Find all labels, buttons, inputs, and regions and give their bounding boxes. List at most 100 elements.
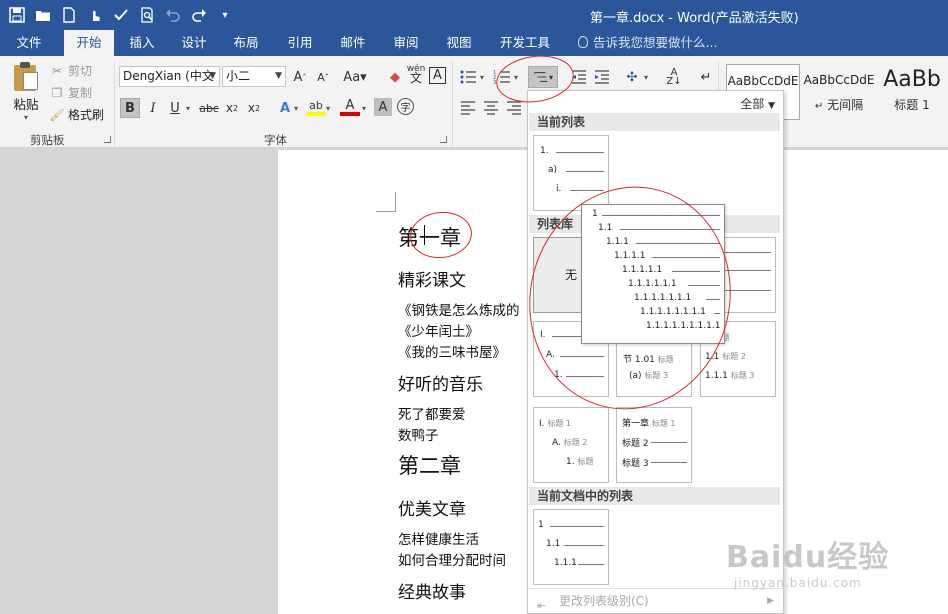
lightbulb-icon	[578, 36, 588, 48]
doc-line[interactable]: 精彩课文	[398, 266, 466, 291]
cut-button[interactable]: ✂ 剪切	[50, 62, 92, 79]
list-style-preview-popup: 1 1.1 1.1.1 1.1.1.1 1.1.1.1.1 1.1.1.1.1.…	[581, 204, 725, 344]
tab-insert[interactable]: 插入	[120, 30, 164, 56]
new-document-icon[interactable]	[58, 4, 80, 26]
chinese-layout-dropdown-icon[interactable]: ▾	[644, 73, 648, 82]
font-size-value: 小二	[226, 69, 251, 83]
doc-line[interactable]: 《我的三味书屋》	[398, 341, 506, 361]
copy-button[interactable]: ❐ 复制	[50, 84, 92, 101]
redo-icon[interactable]	[188, 4, 210, 26]
shrink-font-icon[interactable]: A ˅	[313, 67, 333, 87]
print-preview-icon[interactable]	[136, 4, 158, 26]
document-list-thumbnail[interactable]: 1 1.1 1.1.1	[533, 509, 609, 585]
strikethrough-icon[interactable]: abc	[199, 98, 219, 118]
font-name-combo[interactable]: DengXian (中文 ▼	[119, 66, 220, 87]
font-color-dropdown-icon[interactable]: ▾	[362, 104, 366, 113]
superscript-icon[interactable]: x2	[244, 98, 264, 118]
change-list-level-command[interactable]: ⇤ 更改列表级别(C) ▶	[529, 588, 782, 612]
paste-label: 粘贴	[13, 97, 39, 112]
window-title: 第一章.docx - Word(产品激活失败)	[590, 11, 799, 26]
style-no-spacing[interactable]: AaBbCcDdE ↵ 无间隔	[802, 64, 876, 120]
character-border-icon[interactable]: A	[429, 67, 446, 84]
numbering-icon[interactable]: 123	[492, 67, 512, 87]
style-no-spacing-sample: AaBbCcDdE	[803, 73, 875, 87]
align-left-icon[interactable]	[458, 98, 478, 118]
character-shading-icon[interactable]: A	[374, 98, 392, 116]
clipboard-launcher-icon[interactable]	[104, 136, 111, 143]
paste-button[interactable]: 粘贴 ▾	[8, 62, 44, 128]
multilevel-list-button[interactable]: 1 ▾	[528, 66, 558, 88]
phonetic-guide-icon[interactable]: wén 文	[406, 64, 426, 85]
touch-mode-icon[interactable]	[84, 4, 106, 26]
italic-icon[interactable]: I	[143, 98, 163, 118]
text-effects-dropdown-icon[interactable]: ▾	[294, 104, 298, 113]
increase-indent-icon[interactable]	[592, 67, 612, 87]
font-color-icon[interactable]: A	[340, 98, 360, 116]
numbering-dropdown-icon[interactable]: ▾	[514, 73, 518, 82]
tell-me-text: 告诉我您想要做什么...	[593, 35, 718, 50]
current-list-thumbnail[interactable]: 1. a) i.	[533, 135, 609, 211]
customize-qat-icon[interactable]: ▾	[214, 4, 236, 26]
format-painter-label: 格式刷	[68, 108, 105, 122]
doc-heading-chapter-2[interactable]: 第二章	[398, 450, 461, 480]
text-effects-icon[interactable]: A	[275, 98, 295, 118]
align-center-icon[interactable]	[481, 98, 501, 118]
paste-dropdown-icon[interactable]: ▾	[8, 113, 44, 122]
tab-design[interactable]: 设计	[172, 30, 216, 56]
grow-font-icon[interactable]: A ˄	[290, 67, 310, 87]
format-painter-button[interactable]: 🖌 格式刷	[49, 106, 105, 123]
tab-view[interactable]: 视图	[437, 30, 481, 56]
chinese-layout-icon[interactable]: ✣	[622, 67, 642, 87]
tab-mailings[interactable]: 邮件	[331, 30, 375, 56]
doc-line[interactable]: 死了都要爱	[398, 403, 466, 423]
doc-line[interactable]: 好听的音乐	[398, 370, 483, 395]
filter-selector[interactable]: 全部 ▼	[740, 95, 775, 112]
list-library-roman-heading[interactable]: I. 标题 1 A. 标题 2 1. 标题	[533, 407, 609, 483]
clipboard-group-label: 剪贴板	[30, 133, 65, 147]
doc-line[interactable]: 《钢铁是怎么炼成的	[398, 299, 520, 319]
copy-label: 复制	[68, 86, 93, 100]
tell-me-box[interactable]: 告诉我您想要做什么...	[578, 30, 717, 56]
doc-line[interactable]: 怎样健康生活	[398, 528, 479, 548]
tab-file[interactable]: 文件	[6, 30, 52, 56]
open-folder-icon[interactable]	[32, 4, 54, 26]
doc-line[interactable]: 如何合理分配时间	[398, 549, 506, 569]
sort-icon[interactable]: A Z↓	[664, 67, 684, 87]
font-name-value: DengXian (中文	[123, 69, 214, 83]
tab-developer[interactable]: 开发工具	[494, 30, 556, 56]
align-right-icon[interactable]	[504, 98, 524, 118]
paste-icon	[12, 62, 40, 92]
tab-layout[interactable]: 布局	[224, 30, 268, 56]
underline-dropdown-icon[interactable]: ▾	[186, 104, 190, 113]
undo-icon[interactable]	[162, 4, 184, 26]
save-icon[interactable]	[6, 4, 28, 26]
highlight-icon[interactable]: ab	[306, 98, 326, 116]
spelling-check-icon[interactable]	[110, 4, 132, 26]
highlight-dropdown-icon[interactable]: ▾	[326, 104, 330, 113]
doc-line[interactable]: 《少年闰土》	[398, 320, 479, 340]
doc-line[interactable]: 数鸭子	[398, 424, 439, 444]
enclose-characters-icon[interactable]: 字	[397, 98, 414, 115]
show-marks-icon[interactable]: ↵	[696, 67, 716, 87]
subscript-icon[interactable]: x2	[222, 98, 242, 118]
decrease-indent-icon[interactable]	[569, 67, 589, 87]
bullets-icon[interactable]	[458, 67, 478, 87]
list-library-chapter[interactable]: 第一章 标题 1 标题 2 标题 3	[616, 407, 692, 483]
chevron-right-icon: ▶	[767, 596, 774, 606]
bold-icon[interactable]: B	[120, 98, 140, 118]
doc-heading-chapter-1[interactable]: 第一章	[398, 222, 461, 252]
clear-formatting-icon[interactable]: ◆	[385, 67, 405, 87]
quick-access-toolbar: ▾	[6, 4, 236, 26]
doc-line[interactable]: 经典故事	[398, 578, 466, 603]
doc-line[interactable]: 优美文章	[398, 495, 466, 520]
tab-references[interactable]: 引用	[278, 30, 322, 56]
change-case-icon[interactable]: Aa▾	[341, 67, 369, 87]
tab-home[interactable]: 开始	[64, 30, 114, 56]
baidu-watermark: Baidu经验 jingyan.baidu.com	[726, 532, 889, 590]
style-heading-1[interactable]: AaBb 标题 1	[876, 64, 948, 120]
underline-icon[interactable]: U	[165, 98, 185, 118]
font-size-combo[interactable]: 小二 ▼	[222, 66, 286, 87]
font-launcher-icon[interactable]	[440, 136, 447, 143]
bullets-dropdown-icon[interactable]: ▾	[480, 73, 484, 82]
tab-review[interactable]: 审阅	[384, 30, 428, 56]
